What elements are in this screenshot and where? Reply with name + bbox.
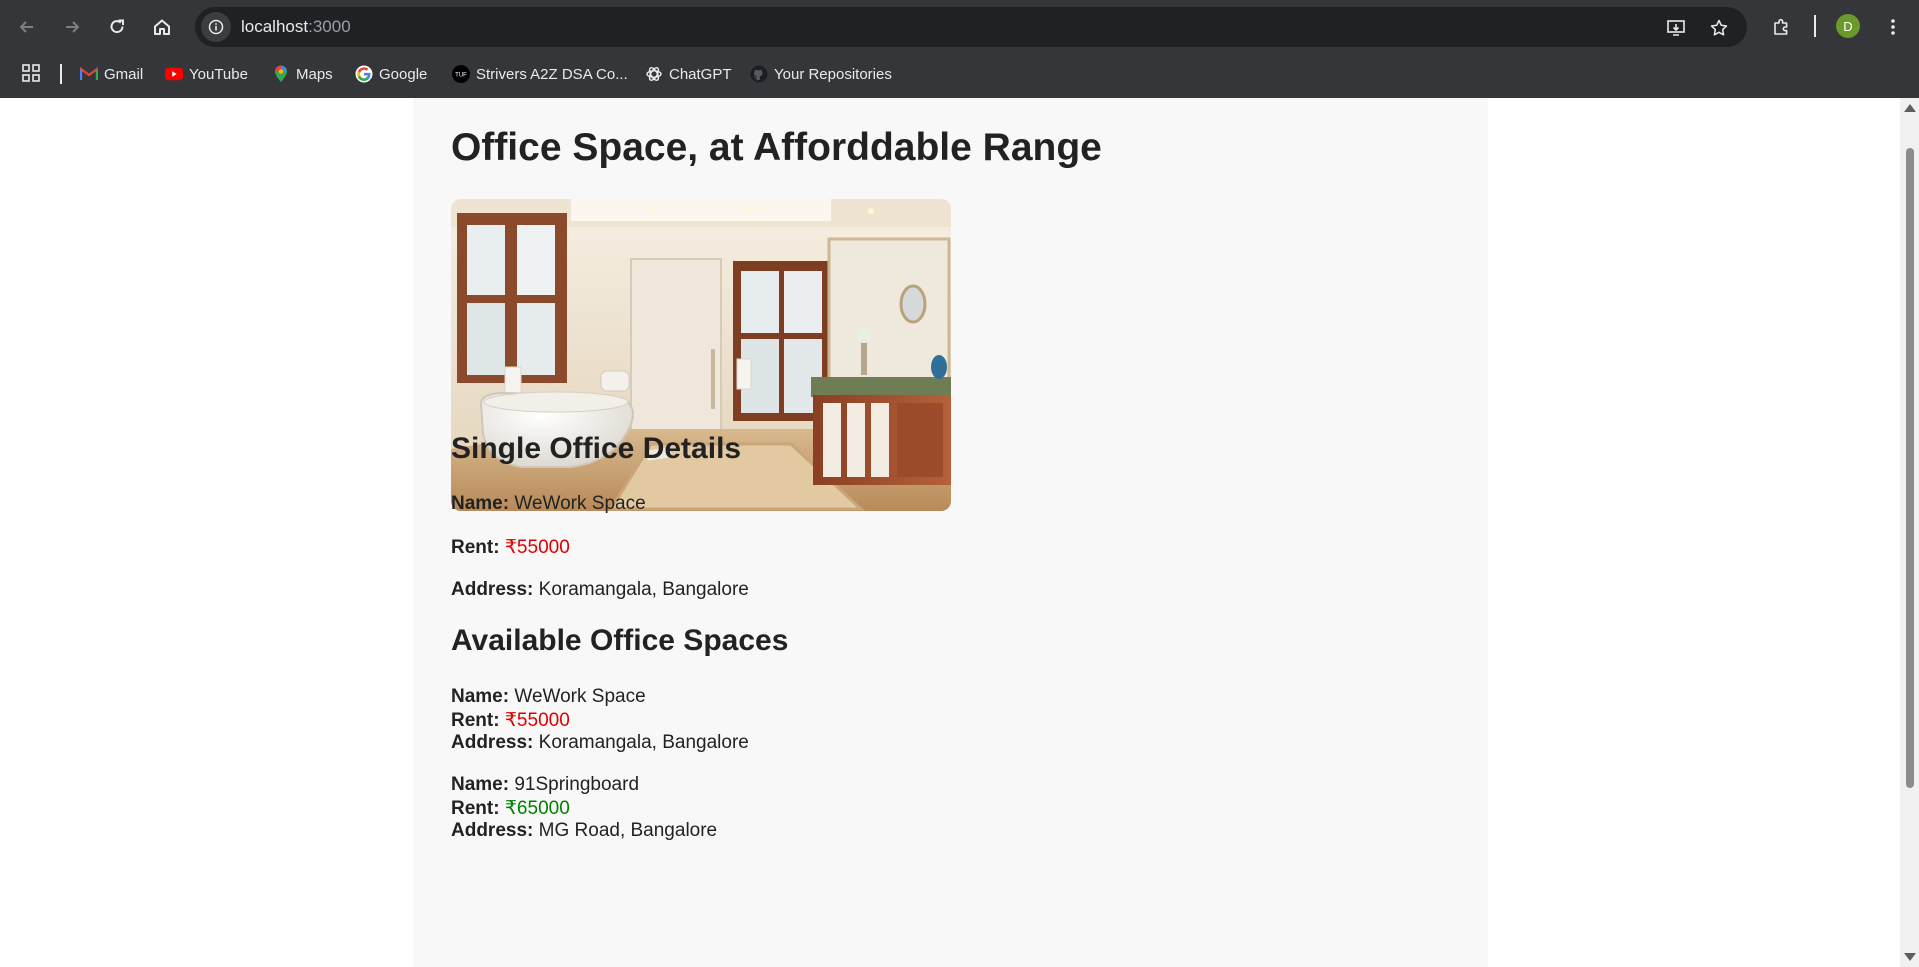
url-port: :3000 xyxy=(308,17,351,36)
github-icon xyxy=(750,65,768,83)
maps-icon xyxy=(272,65,290,83)
office-address-value: Koramangala, Bangalore xyxy=(538,732,749,753)
bookmarks-divider xyxy=(60,64,62,84)
main-container: Office Space, at Afforddable Range Singl… xyxy=(413,98,1488,967)
back-button[interactable] xyxy=(10,10,44,44)
bookmark-youtube[interactable]: YouTube xyxy=(165,62,248,86)
office-list-item-rent: Rent: ₹55000 xyxy=(451,709,570,732)
puzzle-icon xyxy=(1774,18,1788,35)
name-label: Name: xyxy=(451,493,510,514)
apps-button[interactable] xyxy=(22,64,40,87)
reload-icon xyxy=(110,19,124,34)
office-name-value: 91Springboard xyxy=(514,774,640,795)
single-address-row: Address: Koramangala, Bangalore xyxy=(451,579,749,601)
page-viewport: Office Space, at Afforddable Range Singl… xyxy=(0,98,1900,967)
office-name-value: WeWork Space xyxy=(514,686,646,707)
gmail-icon xyxy=(80,65,98,83)
office-rent-value: ₹65000 xyxy=(504,798,570,819)
rent-label: Rent: xyxy=(451,798,500,819)
home-icon xyxy=(154,19,170,35)
bookmark-label: ChatGPT xyxy=(669,65,732,83)
browser-chrome: localhost:3000 D Gmail YouTube Maps Goog… xyxy=(0,0,1919,98)
single-name-row: Name: WeWork Space xyxy=(451,493,646,515)
office-rent-value: ₹55000 xyxy=(504,710,570,731)
install-icon xyxy=(1667,20,1685,36)
profile-avatar[interactable]: D xyxy=(1836,14,1860,38)
page-title: Office Space, at Afforddable Range xyxy=(451,126,1102,169)
bookmark-label: Your Repositories xyxy=(774,65,892,83)
extensions-button[interactable] xyxy=(1765,10,1799,44)
office-list-item-address: Address: Koramangala, Bangalore xyxy=(451,732,749,754)
google-icon xyxy=(355,65,373,83)
rent-label: Rent: xyxy=(451,537,500,558)
available-offices-heading: Available Office Spaces xyxy=(451,624,789,657)
bookmark-star-button[interactable] xyxy=(1707,16,1731,40)
single-rent-row: Rent: ₹55000 xyxy=(451,536,570,559)
name-label: Name: xyxy=(451,686,510,707)
home-button[interactable] xyxy=(145,10,179,44)
arrow-left-icon xyxy=(19,21,33,33)
single-rent-value: ₹55000 xyxy=(504,537,570,558)
scroll-up-arrow-icon[interactable] xyxy=(1904,104,1916,112)
toolbar-divider xyxy=(1814,15,1816,37)
arrow-right-icon xyxy=(66,21,80,33)
page-scrollbar[interactable] xyxy=(1900,98,1919,967)
url-text[interactable]: localhost:3000 xyxy=(241,17,351,37)
office-list-item-address: Address: MG Road, Bangalore xyxy=(451,820,717,842)
rent-label: Rent: xyxy=(451,710,500,731)
bookmark-google[interactable]: Google xyxy=(355,62,427,86)
forward-button[interactable] xyxy=(55,10,89,44)
single-office-heading: Single Office Details xyxy=(451,432,742,465)
scrollbar-thumb[interactable] xyxy=(1906,148,1914,788)
install-app-button[interactable] xyxy=(1664,16,1688,40)
address-label: Address: xyxy=(451,579,534,600)
address-bar[interactable]: localhost:3000 xyxy=(195,7,1747,47)
browser-toolbar: localhost:3000 D xyxy=(0,0,1919,52)
bookmark-chatgpt[interactable]: ChatGPT xyxy=(645,62,732,86)
single-address-value: Koramangala, Bangalore xyxy=(538,579,749,600)
office-list-item-name: Name: WeWork Space xyxy=(451,686,646,708)
info-icon xyxy=(208,19,224,35)
chatgpt-icon xyxy=(645,65,663,83)
tuf-icon: TUF xyxy=(452,65,470,83)
bookmark-label: Maps xyxy=(296,65,333,83)
office-list-item-name: Name: 91Springboard xyxy=(451,774,639,796)
address-label: Address: xyxy=(451,820,534,841)
bookmarks-bar: Gmail YouTube Maps Google TUF Strivers A… xyxy=(0,56,1919,90)
kebab-menu-icon xyxy=(1891,19,1895,35)
scroll-down-arrow-icon[interactable] xyxy=(1904,953,1916,961)
bookmark-label: Google xyxy=(379,65,428,83)
site-info-button[interactable] xyxy=(201,12,231,42)
menu-button[interactable] xyxy=(1876,10,1910,44)
bookmark-label: Strivers A2Z DSA Co... xyxy=(476,65,628,83)
bookmark-your-repositories[interactable]: Your Repositories xyxy=(750,62,892,86)
bookmark-gmail[interactable]: Gmail xyxy=(80,62,143,86)
office-list-item-rent: Rent: ₹65000 xyxy=(451,797,570,820)
bookmark-strivers[interactable]: TUF Strivers A2Z DSA Co... xyxy=(452,62,628,86)
youtube-icon xyxy=(165,65,183,83)
url-host: localhost xyxy=(241,17,309,36)
bookmark-label: YouTube xyxy=(189,65,248,83)
single-name-value: WeWork Space xyxy=(514,493,646,514)
name-label: Name: xyxy=(451,774,510,795)
address-label: Address: xyxy=(451,732,534,753)
bookmark-label: Gmail xyxy=(104,65,144,83)
svg-text:TUF: TUF xyxy=(455,73,467,79)
office-address-value: MG Road, Bangalore xyxy=(538,820,718,841)
star-icon xyxy=(1710,19,1728,36)
apps-grid-icon xyxy=(22,64,40,82)
reload-button[interactable] xyxy=(100,10,134,44)
bookmark-maps[interactable]: Maps xyxy=(272,62,333,86)
